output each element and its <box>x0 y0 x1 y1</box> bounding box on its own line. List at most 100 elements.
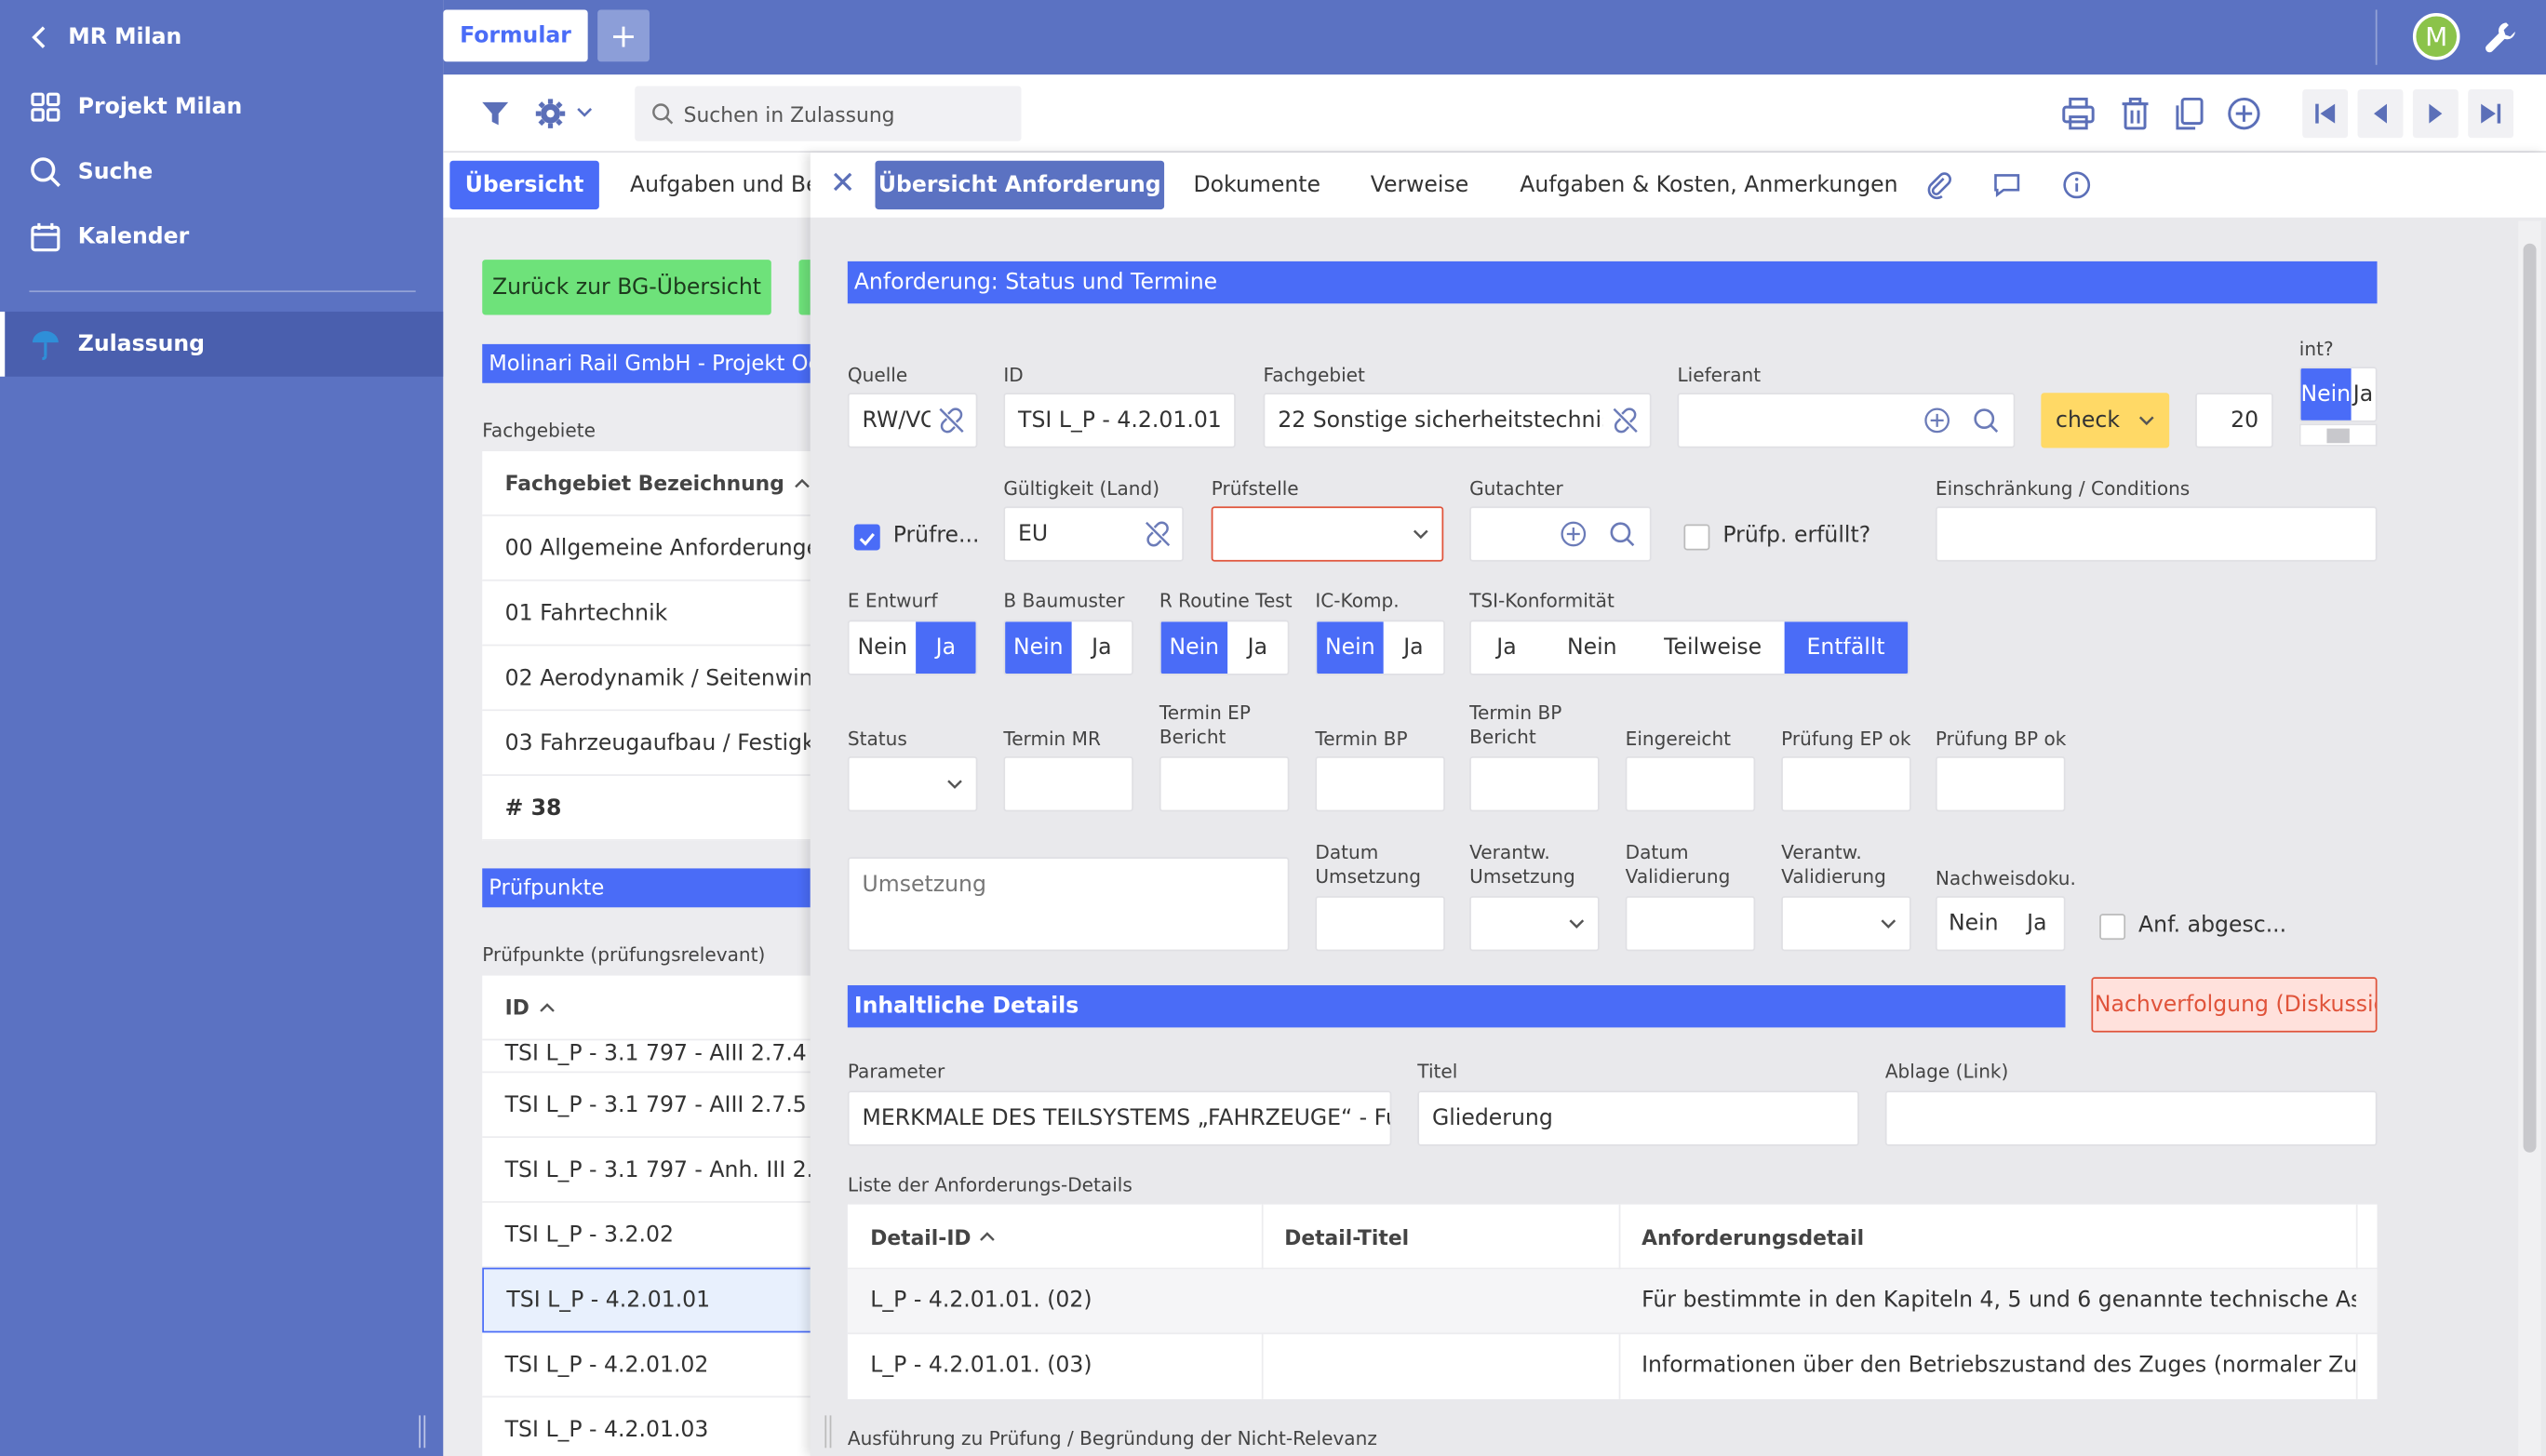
umsetzung-textarea[interactable]: Umsetzung <box>847 857 1290 952</box>
pruefp-erfuellt-checkbox[interactable] <box>1683 524 1710 551</box>
table-row[interactable]: 02 Aerodynamik / Seitenwind <box>482 646 817 712</box>
einschraenkung-field[interactable] <box>1935 506 2378 562</box>
column-header[interactable]: Detail-ID <box>870 1225 998 1249</box>
unlink-icon[interactable] <box>1143 519 1172 548</box>
vertical-scrollbar[interactable] <box>2518 220 2541 1456</box>
eingereicht-field[interactable] <box>1625 756 1756 812</box>
titel-field[interactable]: Gliederung <box>1417 1090 1859 1146</box>
ja-option[interactable]: Ja <box>1072 621 1132 674</box>
back-link[interactable]: MR Milan <box>29 20 181 55</box>
nein-option[interactable]: Nein <box>1160 621 1228 675</box>
termin-bp-bericht-field[interactable] <box>1469 756 1600 812</box>
table-row[interactable]: 03 Fahrzeugaufbau / Festigkei <box>482 711 817 776</box>
nein-option[interactable]: Nein <box>1542 621 1642 674</box>
comment-icon[interactable] <box>1992 170 2021 199</box>
nein-option[interactable]: Nein <box>850 621 916 674</box>
search-icon[interactable] <box>1607 519 1636 548</box>
pruefrelevant-checkbox[interactable] <box>853 524 880 551</box>
teilweise-option[interactable]: Teilweise <box>1642 621 1783 674</box>
tab-aufgaben[interactable]: Aufgaben und Be <box>630 161 817 209</box>
ja-option[interactable]: Ja <box>1471 621 1542 674</box>
search-icon[interactable] <box>1971 406 2000 434</box>
avatar[interactable]: M <box>2412 12 2460 60</box>
id-field[interactable]: TSI L_P - 4.2.01.01 <box>1003 393 1236 448</box>
b-baumuster-toggle[interactable]: Nein Ja <box>1003 620 1133 675</box>
pruefstelle-select[interactable] <box>1211 506 1444 562</box>
unlink-icon[interactable] <box>1611 406 1640 434</box>
table-header[interactable]: Fachgebiet Bezeichnung <box>482 451 817 516</box>
int-toggle[interactable]: Nein Ja <box>2298 367 2378 422</box>
column-header[interactable]: Detail-Titel <box>1284 1225 1409 1249</box>
tab-uebersicht[interactable]: Übersicht <box>449 160 599 210</box>
first-record-button[interactable] <box>2302 88 2349 139</box>
nachweisdoku-toggle[interactable]: Nein Ja <box>1935 896 2066 952</box>
int-ja-option[interactable]: Ja <box>2351 368 2376 421</box>
chevron-down-icon[interactable] <box>576 104 593 120</box>
gutachter-field[interactable] <box>1469 506 1652 562</box>
sidebar-item-zulassung[interactable]: Zulassung <box>0 311 444 377</box>
anf-abgeschlossen-checkbox[interactable] <box>2099 914 2126 941</box>
sidebar-item-kalender[interactable]: Kalender <box>0 205 443 270</box>
copy-icon[interactable] <box>2171 96 2206 131</box>
add-tab-button[interactable]: + <box>597 9 650 62</box>
check-select[interactable]: check <box>2041 393 2170 448</box>
sidebar-item-suche[interactable]: Suche <box>0 140 443 205</box>
verantw-validierung-select[interactable] <box>1781 896 1911 952</box>
termin-bp-field[interactable] <box>1315 756 1445 812</box>
quelle-field[interactable]: RW/VO <box>847 393 978 448</box>
nein-option[interactable]: Nein <box>1317 621 1384 675</box>
table-row-selected[interactable]: TSI L_P - 4.2.01.01 <box>482 1267 817 1333</box>
table-row[interactable]: TSI L_P - 3.1 797 - AIII 2.7.4 <box>482 1040 817 1074</box>
resize-handle[interactable] <box>824 1415 832 1449</box>
tab-uebersicht-anforderung[interactable]: Übersicht Anforderung <box>875 160 1165 210</box>
add-circle-icon[interactable] <box>1559 519 1588 548</box>
pruefung-bp-field[interactable] <box>1935 756 2066 812</box>
datum-validierung-field[interactable] <box>1625 896 1756 952</box>
nein-option[interactable]: Nein <box>1937 898 2010 950</box>
tab-aufgaben-kosten[interactable]: Aufgaben & Kosten, Anmerkungen <box>1520 161 1897 209</box>
table-row[interactable]: 00 Allgemeine Anforderungen <box>482 516 817 581</box>
tab-dokumente[interactable]: Dokumente <box>1194 161 1321 209</box>
e-entwurf-toggle[interactable]: Nein Ja <box>847 620 978 675</box>
back-to-bg-overview-button[interactable]: Zurück zur BG-Übersicht <box>482 260 771 315</box>
table-row[interactable]: TSI L_P - 4.2.01.03 <box>482 1397 816 1456</box>
entfaellt-option[interactable]: Entfällt <box>1783 621 1909 675</box>
sidebar-item-projekt[interactable]: Projekt Milan <box>0 74 443 140</box>
ja-option[interactable]: Ja <box>916 621 976 675</box>
close-icon[interactable]: ✕ <box>826 166 859 201</box>
lieferant-field[interactable] <box>1677 393 2016 448</box>
horizontal-scrollbar[interactable] <box>2298 423 2378 447</box>
nein-option[interactable]: Nein <box>1005 621 1072 675</box>
tab-verweise[interactable]: Verweise <box>1371 161 1469 209</box>
termin-mr-field[interactable] <box>1003 756 1133 812</box>
previous-record-button[interactable] <box>2357 88 2404 139</box>
ja-option[interactable]: Ja <box>1384 621 1444 674</box>
ablage-field[interactable] <box>1884 1090 2378 1146</box>
nachverfolgung-button[interactable]: Nachverfolgung (Diskussion) <box>2091 977 2378 1033</box>
tsi-konformitaet-toggle[interactable]: Ja Nein Teilweise Entfällt <box>1469 620 1910 675</box>
table-row[interactable]: TSI L_P - 3.2.02 <box>482 1203 817 1268</box>
fachgebiet-field[interactable]: 22 Sonstige sicherheitstechnisch <box>1263 393 1652 448</box>
table-row[interactable]: 01 Fahrtechnik <box>482 581 817 647</box>
termin-ep-field[interactable] <box>1159 756 1290 812</box>
pruefung-ep-field[interactable] <box>1781 756 1911 812</box>
last-record-button[interactable] <box>2468 88 2514 139</box>
trash-icon[interactable] <box>2117 96 2152 131</box>
next-record-button[interactable] <box>2412 88 2459 139</box>
unlink-icon[interactable] <box>937 406 966 434</box>
ic-komp-toggle[interactable]: Nein Ja <box>1315 620 1445 675</box>
column-header[interactable]: Anforderungsdetail <box>1642 1225 1864 1249</box>
search-input[interactable]: Suchen in Zulassung <box>635 86 1022 141</box>
int-nein-option[interactable]: Nein <box>2300 368 2352 421</box>
parameter-field[interactable]: MERKMALE DES TEILSYSTEMS „FAHRZEUGE“ - F… <box>847 1090 1392 1146</box>
table-header[interactable]: ID <box>482 976 817 1041</box>
r-routine-toggle[interactable]: Nein Ja <box>1159 620 1290 675</box>
wrench-icon[interactable] <box>2483 20 2518 55</box>
ja-option[interactable]: Ja <box>1227 621 1288 674</box>
attachment-icon[interactable] <box>1924 170 1953 200</box>
gueltigkeit-field[interactable]: EU <box>1003 506 1185 562</box>
datum-umsetzung-field[interactable] <box>1315 896 1445 952</box>
ja-option[interactable]: Ja <box>2010 898 2064 950</box>
gear-icon[interactable] <box>532 96 568 131</box>
info-icon[interactable] <box>2062 170 2091 199</box>
